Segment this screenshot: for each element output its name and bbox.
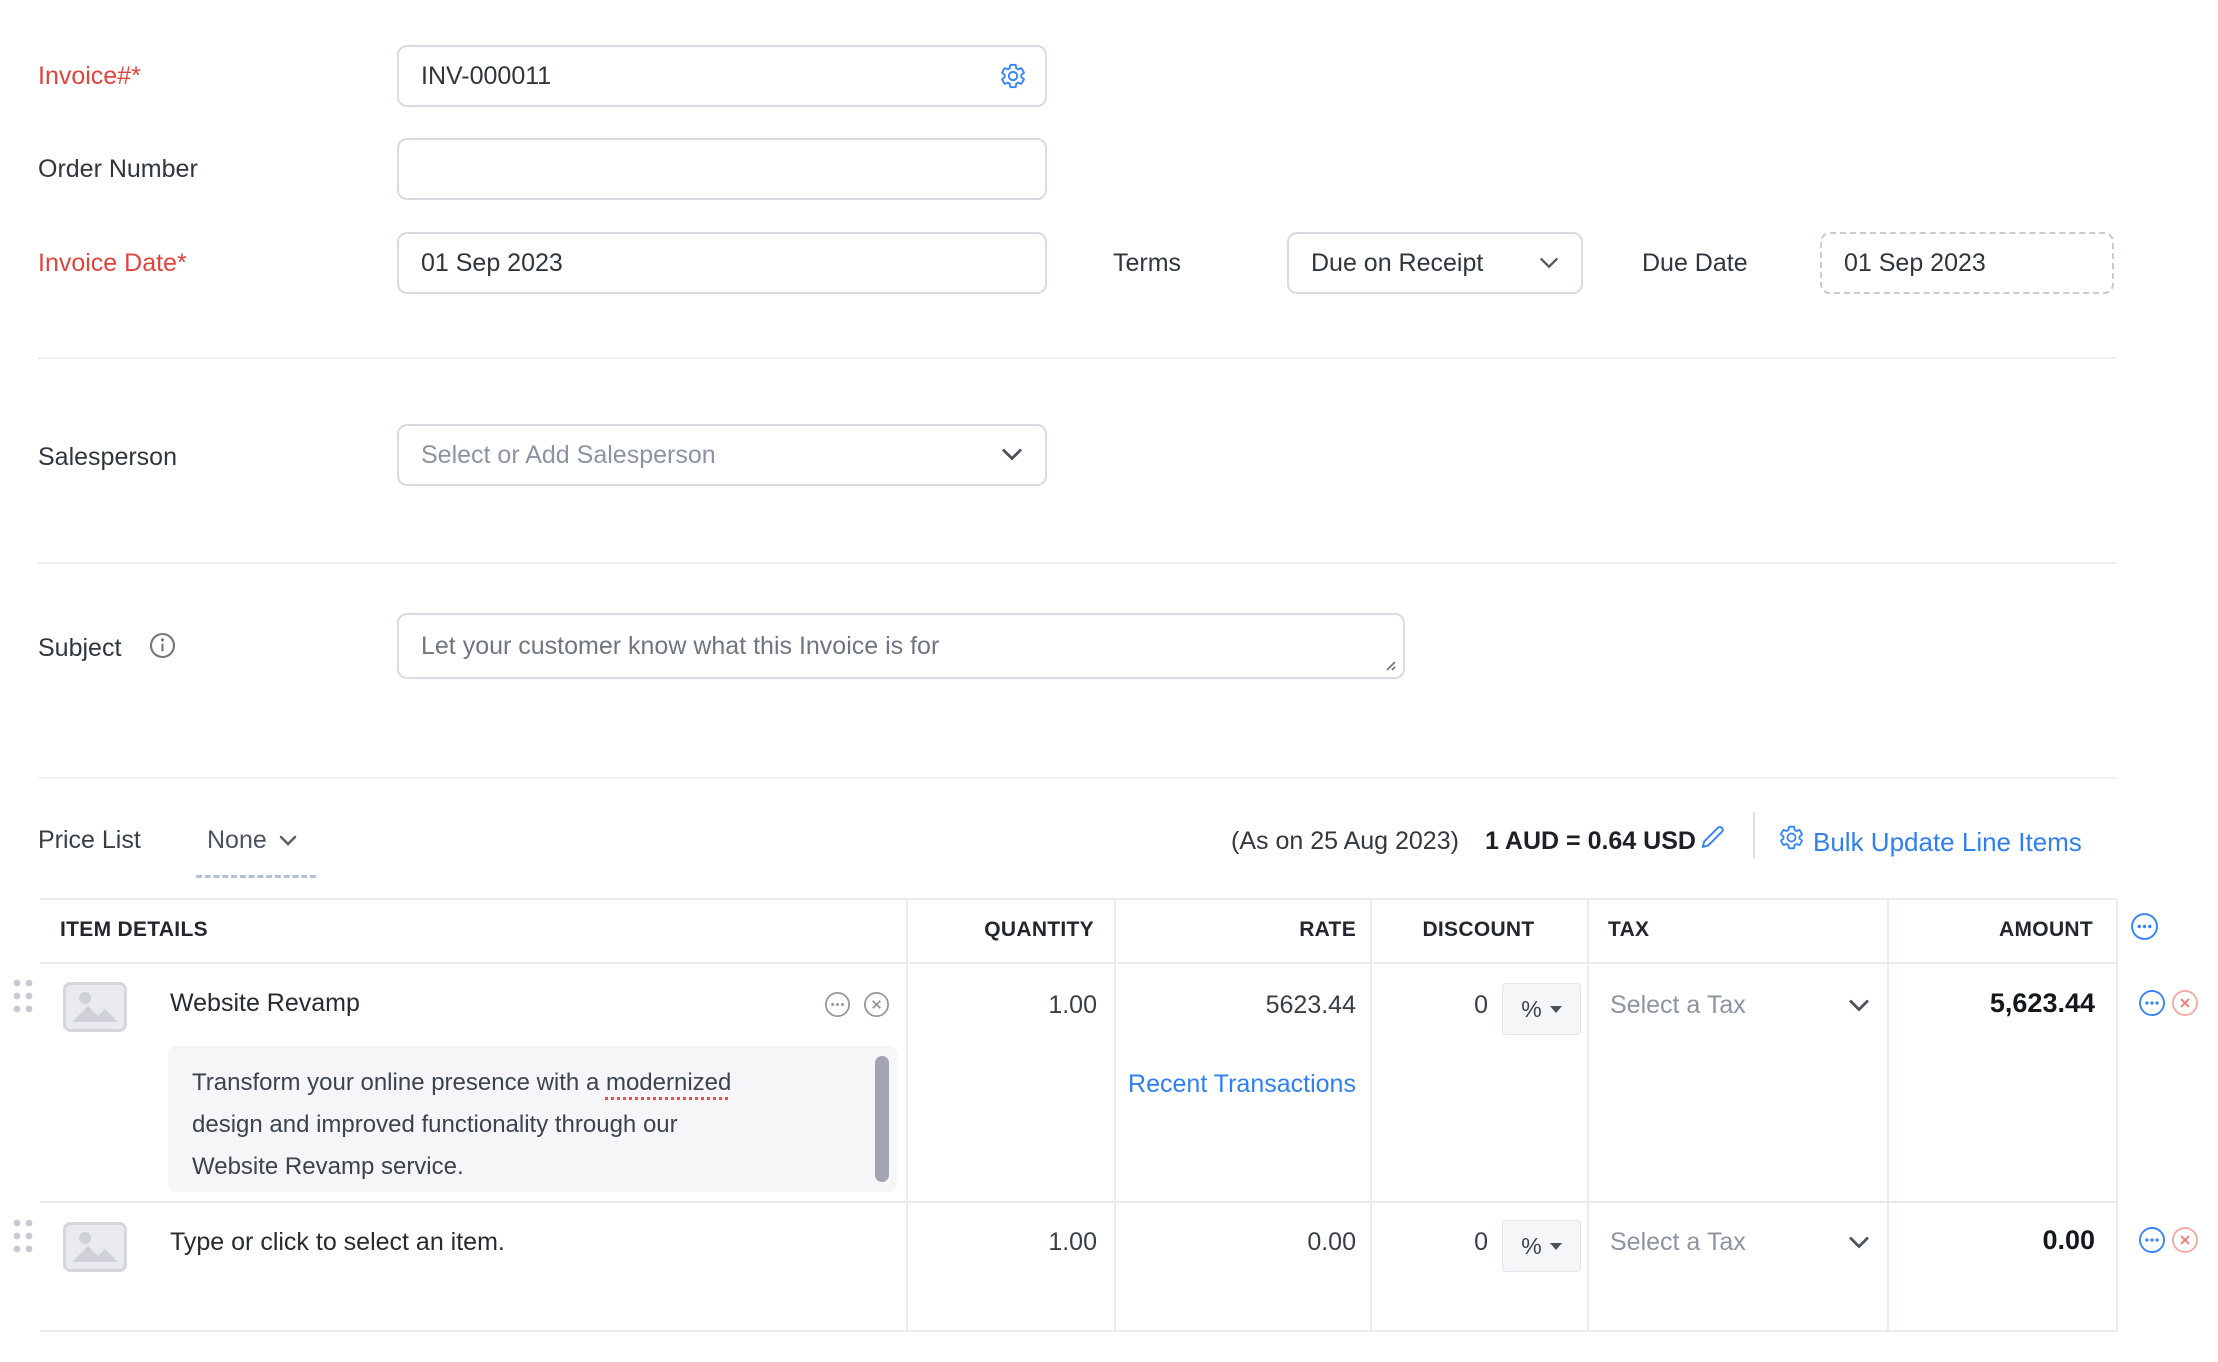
order-number-label: Order Number [38, 155, 198, 184]
percent-label: % [1521, 996, 1541, 1023]
rate-input[interactable]: 0.00 [1114, 1228, 1356, 1257]
column-divider [1587, 898, 1589, 1331]
chevron-down-icon[interactable] [1848, 1236, 1870, 1250]
rate-input[interactable]: 5623.44 [1114, 991, 1356, 1020]
table-border [40, 1330, 2117, 1332]
edit-pencil-icon[interactable] [1700, 824, 1726, 850]
item-select-placeholder[interactable]: Type or click to select an item. [170, 1228, 505, 1257]
due-date-label: Due Date [1642, 249, 1748, 278]
discount-unit-button[interactable]: % [1502, 1220, 1581, 1272]
order-number-field[interactable] [397, 138, 1047, 200]
salesperson-label: Salesperson [38, 443, 177, 472]
tax-select[interactable]: Select a Tax [1610, 991, 1746, 1020]
item-description-text: Transform your online presence with a mo… [192, 1062, 841, 1188]
item-options-ellipsis-icon[interactable] [824, 991, 851, 1018]
section-divider [38, 562, 2117, 564]
caret-down-icon [1550, 1243, 1562, 1250]
table-border [40, 962, 2117, 964]
invoice-date-field[interactable] [397, 232, 1047, 294]
header-discount: DISCOUNT [1370, 918, 1587, 942]
chevron-down-icon[interactable] [1848, 999, 1870, 1013]
subject-placeholder: Let your customer know what this Invoice… [421, 632, 939, 661]
table-border [40, 898, 2117, 900]
order-number-input[interactable] [399, 140, 1045, 198]
caret-down-icon [1550, 1006, 1562, 1013]
due-date-field[interactable]: 01 Sep 2023 [1820, 232, 2114, 294]
row-delete-close-icon[interactable] [2171, 1226, 2199, 1254]
item-image-placeholder-icon[interactable] [63, 1222, 127, 1272]
section-divider [38, 777, 2117, 779]
item-name[interactable]: Website Revamp [170, 989, 360, 1018]
quantity-input[interactable]: 1.00 [906, 991, 1097, 1020]
column-divider [2116, 898, 2118, 1331]
subject-field[interactable]: Let your customer know what this Invoice… [397, 613, 1405, 679]
new-invoice-form: Invoice#* Order Number Invoice Date* Ter… [0, 0, 2218, 1362]
percent-label: % [1521, 1233, 1541, 1260]
column-divider [1114, 898, 1116, 1331]
invoice-settings-gear-icon[interactable] [999, 62, 1027, 90]
amount-value: 5,623.44 [1887, 988, 2095, 1019]
row-delete-close-icon[interactable] [2171, 989, 2199, 1017]
salesperson-placeholder: Select or Add Salesperson [421, 441, 716, 470]
discount-input[interactable]: 0 [1370, 1228, 1488, 1257]
item-description-field[interactable]: Transform your online presence with a mo… [168, 1046, 897, 1192]
header-item-details: ITEM DETAILS [60, 918, 208, 942]
column-divider [906, 898, 908, 1331]
item-clear-close-icon[interactable] [863, 991, 890, 1018]
chevron-down-icon [1001, 448, 1023, 462]
tax-select[interactable]: Select a Tax [1610, 1228, 1746, 1257]
row-options-ellipsis-icon[interactable] [2138, 989, 2166, 1017]
discount-unit-button[interactable]: % [1502, 983, 1581, 1035]
header-rate: RATE [1114, 918, 1356, 942]
info-icon[interactable] [148, 631, 177, 660]
amount-value: 0.00 [1887, 1225, 2095, 1256]
drag-handle[interactable] [10, 1216, 36, 1256]
drag-handle[interactable] [10, 976, 36, 1016]
bulk-update-gear-icon[interactable] [1778, 824, 1805, 851]
terms-select[interactable]: Due on Receipt [1287, 232, 1583, 294]
item-image-placeholder-icon[interactable] [63, 982, 127, 1032]
section-divider [38, 357, 2117, 359]
bulk-update-link[interactable]: Bulk Update Line Items [1813, 827, 2082, 858]
header-amount: AMOUNT [1887, 918, 2093, 942]
column-divider [1887, 898, 1889, 1331]
subject-label: Subject [38, 634, 121, 663]
invoice-date-label: Invoice Date* [38, 249, 187, 278]
header-quantity: QUANTITY [906, 918, 1094, 942]
salesperson-select[interactable]: Select or Add Salesperson [397, 424, 1047, 486]
vertical-divider [1753, 812, 1755, 858]
column-divider [1370, 898, 1372, 1331]
due-date-value: 01 Sep 2023 [1844, 249, 1986, 278]
discount-input[interactable]: 0 [1370, 991, 1488, 1020]
resize-handle[interactable] [1382, 657, 1397, 672]
price-list-dashed-underline [196, 849, 316, 878]
chevron-down-icon [279, 835, 297, 847]
invoice-number-input[interactable] [399, 47, 1045, 105]
price-list-label: Price List [38, 826, 141, 855]
quantity-input[interactable]: 1.00 [906, 1228, 1097, 1257]
invoice-number-field[interactable] [397, 45, 1047, 107]
table-border [40, 1201, 2117, 1203]
exchange-rate-value: 1 AUD = 0.64 USD [1485, 827, 1696, 856]
row-options-ellipsis-icon[interactable] [2138, 1226, 2166, 1254]
invoice-number-label: Invoice#* [38, 62, 141, 91]
table-options-ellipsis-icon[interactable] [2130, 912, 2159, 941]
exchange-rate-note: (As on 25 Aug 2023) [1231, 827, 1459, 856]
misspelled-word: modernized [606, 1069, 731, 1096]
terms-value: Due on Receipt [1311, 249, 1483, 278]
description-scrollbar[interactable] [875, 1056, 889, 1182]
chevron-down-icon [1539, 257, 1559, 270]
invoice-date-input[interactable] [399, 234, 1045, 292]
recent-transactions-link[interactable]: Recent Transactions [1114, 1070, 1370, 1099]
header-tax: TAX [1608, 918, 1649, 942]
terms-label: Terms [1113, 249, 1181, 278]
